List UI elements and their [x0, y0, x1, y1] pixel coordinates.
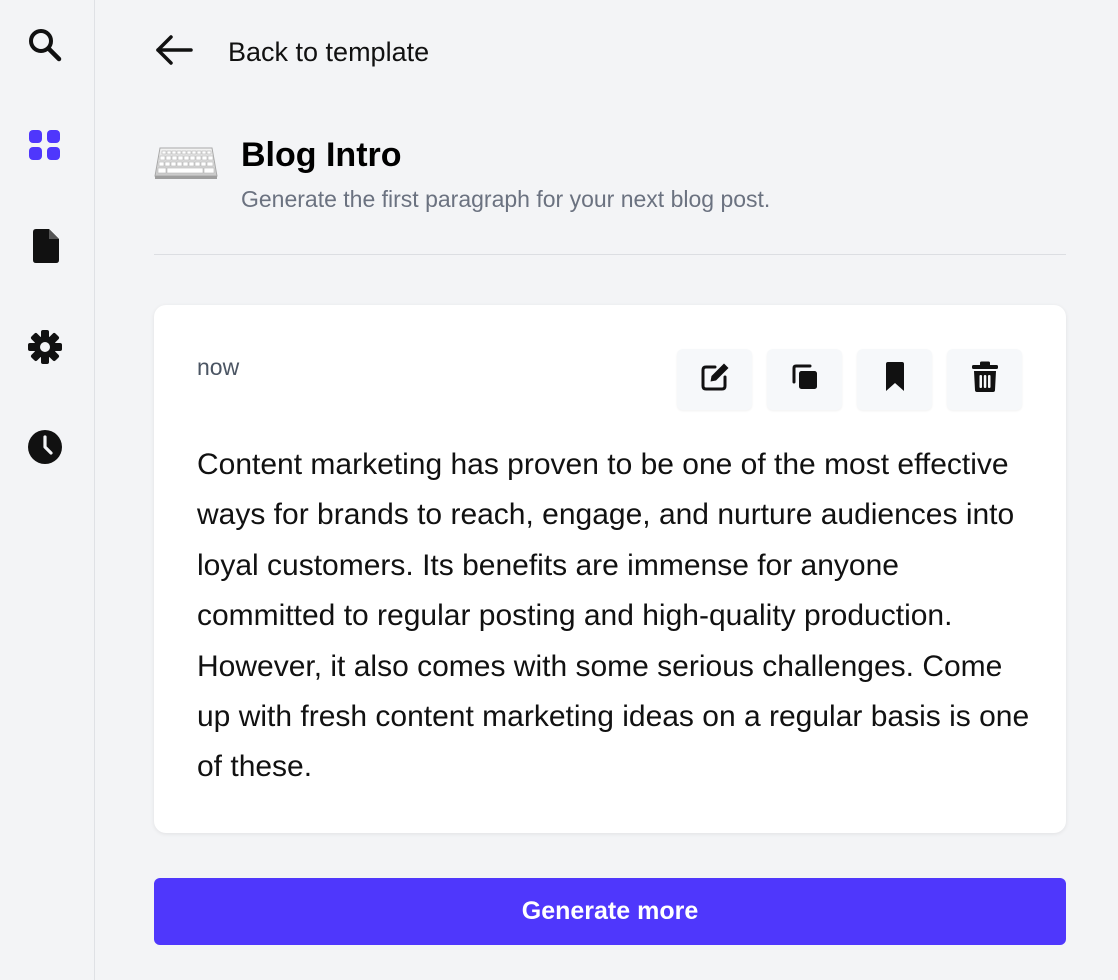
clock-icon[interactable]: [26, 428, 64, 466]
delete-button[interactable]: [947, 349, 1022, 410]
bookmark-icon: [883, 361, 907, 398]
document-icon[interactable]: [26, 227, 64, 265]
back-to-template-link[interactable]: Back to template: [154, 30, 429, 74]
result-text[interactable]: Content marketing has proven to be one o…: [197, 440, 1037, 793]
result-actions: [677, 349, 1022, 410]
sidebar: [0, 0, 95, 980]
divider: [154, 254, 1066, 255]
bookmark-button[interactable]: [857, 349, 932, 410]
generate-more-button[interactable]: Generate more: [154, 878, 1066, 945]
back-label: Back to template: [228, 36, 430, 67]
arrow-left-icon: [154, 34, 194, 71]
template-title: Blog Intro: [241, 136, 402, 174]
edit-icon: [699, 361, 731, 398]
template-description: Generate the first paragraph for your ne…: [241, 186, 771, 212]
result-card: now Content marketing has proven to be o…: [154, 305, 1066, 833]
main-content: Back to template Blog Intro Generate the…: [96, 0, 1118, 980]
trash-icon: [971, 361, 999, 398]
copy-button[interactable]: [767, 349, 842, 410]
result-timestamp: now: [197, 354, 240, 380]
dashboard-grid-icon[interactable]: [26, 126, 64, 164]
copy-icon: [790, 362, 820, 397]
keyboard-icon: [154, 146, 218, 180]
gear-icon[interactable]: [26, 328, 64, 366]
search-icon[interactable]: [26, 26, 64, 64]
edit-button[interactable]: [677, 349, 752, 410]
